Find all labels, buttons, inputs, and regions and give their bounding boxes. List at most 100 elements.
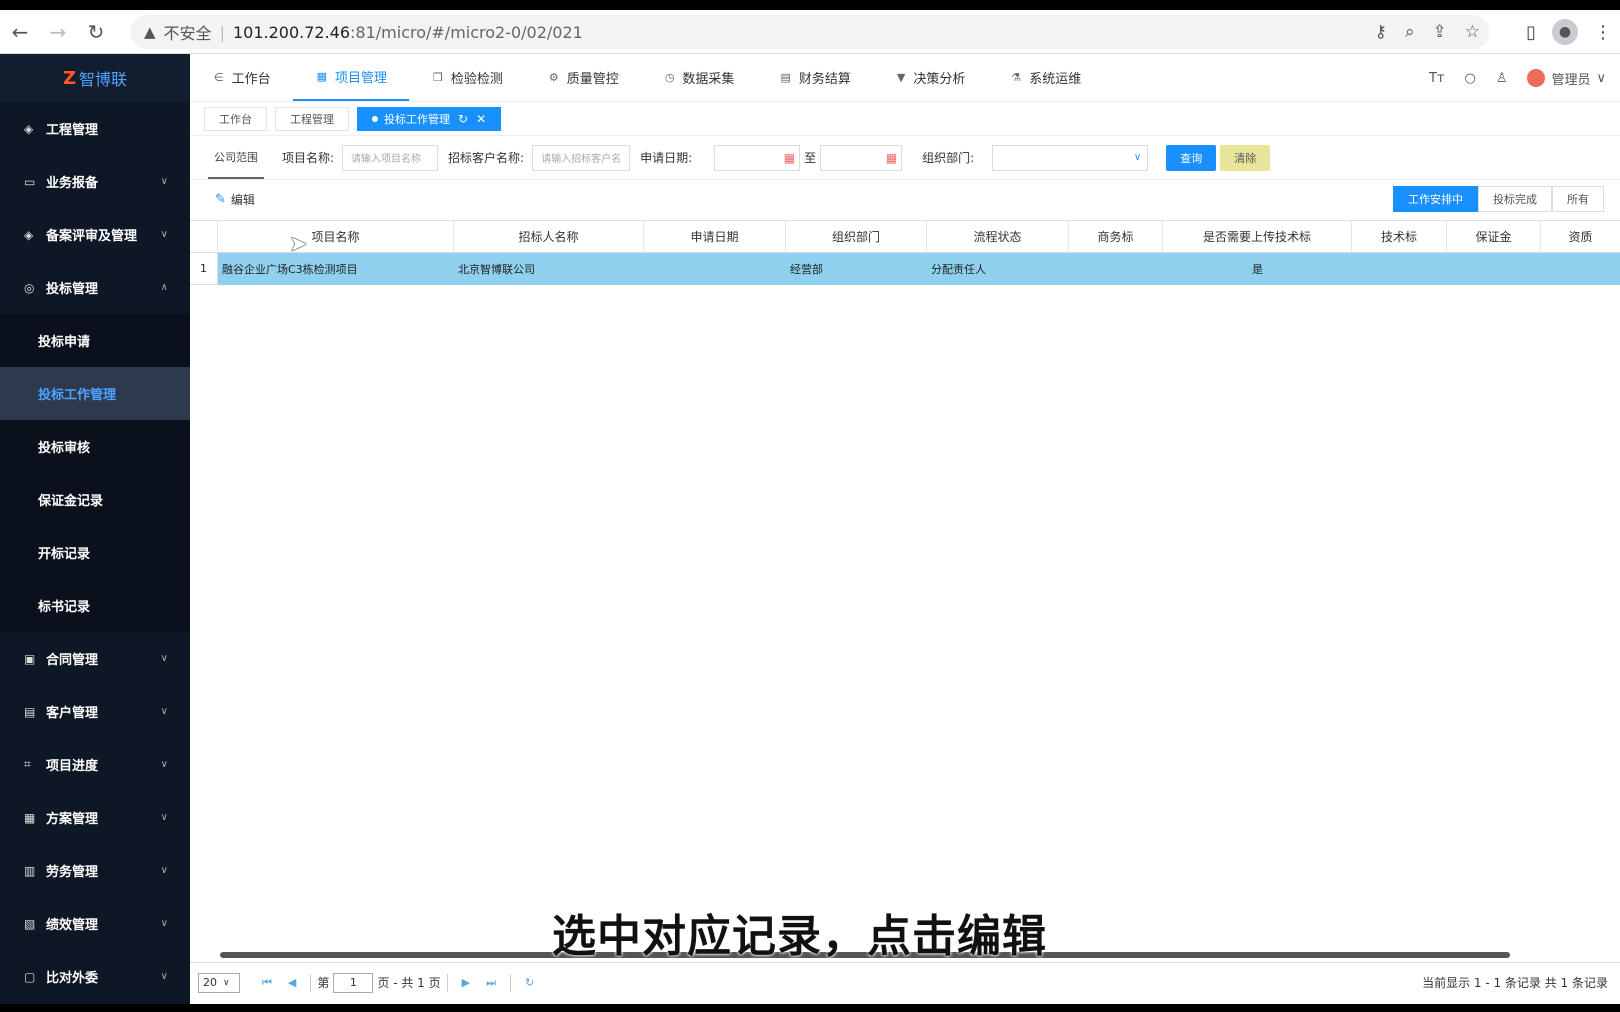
status-tab-all[interactable]: 所有 <box>1552 186 1604 212</box>
clear-button[interactable]: 清除 <box>1220 144 1271 171</box>
prev-page-icon[interactable]: ◀ <box>288 976 296 989</box>
date-to-label: 至 <box>804 151 817 165</box>
address-bar[interactable]: ▲ 不安全 | 101.200.72.46 :81/micro/#/micro2… <box>130 15 1490 49</box>
topnav-finance[interactable]: ▤ 财务结算 <box>756 53 872 101</box>
chevron-down-icon: ∨ <box>160 176 168 187</box>
zoom-icon[interactable]: ⌕ <box>1405 22 1415 42</box>
share-icon[interactable]: ⇪ <box>1433 22 1447 42</box>
edit-button[interactable]: ✎ 编辑 <box>215 191 255 208</box>
cell-tech <box>1352 253 1447 285</box>
forward-icon[interactable]: → <box>40 14 76 50</box>
lock-icon: ▢ <box>24 969 36 984</box>
sidebar-item-filing-review[interactable]: ◈ 备案评审及管理 ∨ <box>0 208 190 261</box>
status-tab-working[interactable]: 工作安排中 <box>1393 186 1478 212</box>
header-need-tech[interactable]: 是否需要上传技术标 <box>1163 221 1352 252</box>
header-deposit[interactable]: 保证金 <box>1447 221 1541 252</box>
mouse-cursor-icon: ➤ <box>289 232 308 257</box>
header-status[interactable]: 流程状态 <box>927 221 1069 252</box>
sidebar-item-performance[interactable]: ▧ 绩效管理 ∨ <box>0 897 190 950</box>
first-page-icon[interactable]: ⏮ <box>262 976 272 990</box>
sidebar-item-bid-apply[interactable]: 投标申请 <box>0 314 190 367</box>
topnav-ops[interactable]: ⚗ 系统运维 <box>987 53 1103 101</box>
client-name-input[interactable]: 请输入招标客户名 <box>532 144 631 171</box>
cell-project: 融谷企业广场C3栋检测项目 <box>222 263 358 276</box>
refresh-icon[interactable]: ↻ <box>525 976 534 989</box>
table-row[interactable]: 1 融谷企业广场C3栋检测项目 北京智博联公司 经营部 分配责任人 是 <box>190 253 1620 285</box>
sidebar-item-deposit-record[interactable]: 保证金记录 <box>0 473 190 526</box>
status-tab-done[interactable]: 投标完成 <box>1478 186 1552 212</box>
sidebar-item-label: 方案管理 <box>46 812 99 827</box>
cell-bidder: 北京智博联公司 <box>458 263 535 276</box>
close-icon[interactable]: ✕ <box>476 112 486 126</box>
key-icon[interactable]: ⚷ <box>1375 22 1387 42</box>
tab-workbench[interactable]: 工作台 <box>204 106 267 131</box>
sidebar-item-contract[interactable]: ▣ 合同管理 ∨ <box>0 632 190 685</box>
reload-icon[interactable]: ↻ <box>78 14 114 50</box>
header-business[interactable]: 商务标 <box>1069 221 1163 252</box>
topnav-quality[interactable]: ⚙ 质量管控 <box>525 53 641 101</box>
calendar-icon: ▦ <box>783 150 796 165</box>
sidebar-item-business-report[interactable]: ▭ 业务报备 ∨ <box>0 155 190 208</box>
sidebar-item-progress[interactable]: ⌗ 项目进度 ∨ <box>0 738 190 791</box>
sidebar-item-label: 投标管理 <box>46 282 99 297</box>
last-page-icon[interactable]: ⏭ <box>486 976 496 990</box>
sidebar-item-labor[interactable]: ▥ 劳务管理 ∨ <box>0 844 190 897</box>
header-project[interactable]: 项目名称 <box>218 221 454 252</box>
user-menu[interactable]: 管理员 ∨ <box>1527 69 1606 88</box>
tab-label: 工程管理 <box>290 112 334 126</box>
sidebar-item-customer[interactable]: ▤ 客户管理 ∨ <box>0 685 190 738</box>
scope-tab[interactable]: 公司范围 <box>208 149 264 179</box>
profile-icon[interactable]: ● <box>1552 19 1578 45</box>
pager-divider <box>310 973 312 992</box>
briefcase-icon: ▭ <box>24 174 36 189</box>
sidebar-item-tender-record[interactable]: 标书记录 <box>0 579 190 632</box>
search-icon[interactable]: ○ <box>1464 71 1475 86</box>
sidebar-item-bid-mgmt[interactable]: ◎ 投标管理 ∧ <box>0 261 190 314</box>
browser-toolbar: ← → ↻ ▲ 不安全 | 101.200.72.46 :81/micro/#/… <box>0 10 1620 54</box>
back-icon[interactable]: ← <box>2 14 38 50</box>
stamp-icon[interactable]: ♙ <box>1496 71 1508 86</box>
date-end-input[interactable]: ▦ <box>820 144 903 171</box>
shield-icon: ◈ <box>24 227 34 242</box>
header-date[interactable]: 申请日期 <box>644 221 786 252</box>
font-size-icon[interactable]: Tт <box>1429 71 1445 86</box>
star-icon[interactable]: ☆ <box>1465 22 1480 42</box>
topnav-data-collect[interactable]: ◷ 数据采集 <box>641 53 757 101</box>
cell-status: 分配责任人 <box>931 263 986 276</box>
calendar-icon: ▦ <box>885 150 898 165</box>
date-start-input[interactable]: ▦ <box>714 144 801 171</box>
header-tech[interactable]: 技术标 <box>1352 221 1447 252</box>
sidebar-item-outsource[interactable]: ▢ 比对外委 ∨ <box>0 950 190 1003</box>
page-size-select[interactable]: 20 ∨ <box>198 972 240 993</box>
sidebar-item-bid-audit[interactable]: 投标审核 <box>0 420 190 473</box>
topnav-label: 检验检测 <box>450 71 503 87</box>
tab-bid-work[interactable]: 投标工作管理 ↻ ✕ <box>357 106 502 131</box>
topnav-inspection[interactable]: ❐ 检验检测 <box>409 53 525 101</box>
page-number-input[interactable]: 1 <box>333 972 374 993</box>
refresh-icon[interactable]: ↻ <box>458 112 468 126</box>
query-button[interactable]: 查询 <box>1166 144 1217 171</box>
dept-select[interactable]: ∨ <box>992 144 1149 171</box>
next-page-icon[interactable]: ▶ <box>462 976 470 989</box>
topnav-label: 系统运维 <box>1029 71 1082 87</box>
menu-icon[interactable]: ⋮ <box>1594 22 1612 43</box>
sidebar-item-bid-work[interactable]: 投标工作管理 <box>0 367 190 420</box>
sidebar-item-label: 客户管理 <box>46 706 99 721</box>
project-name-input[interactable]: 请输入项目名称 <box>342 144 439 171</box>
topnav-workbench[interactable]: ∈ 工作台 <box>190 53 293 101</box>
customer-icon: ▤ <box>24 704 36 719</box>
copy-icon: ❐ <box>433 70 443 84</box>
header-bidder[interactable]: 招标人名称 <box>454 221 644 252</box>
topnav-decision[interactable]: ▼ 决策分析 <box>873 53 987 101</box>
tab-project-mgmt[interactable]: 工程管理 <box>275 106 349 131</box>
sidepanel-icon[interactable]: ▯ <box>1526 22 1536 43</box>
sidebar-item-opening-record[interactable]: 开标记录 <box>0 526 190 579</box>
progress-icon: ⌗ <box>24 757 31 771</box>
topnav-project-mgmt[interactable]: ▦ 项目管理 <box>292 53 410 101</box>
sidebar-item-project-mgmt[interactable]: ◈ 工程管理 <box>0 102 190 155</box>
sidebar-item-plan[interactable]: ▦ 方案管理 ∨ <box>0 791 190 844</box>
header-dept[interactable]: 组织部门 <box>786 221 927 252</box>
header-qual[interactable]: 资质 <box>1541 221 1620 252</box>
chevron-down-icon: ∨ <box>160 706 168 717</box>
chevron-down-icon: ∨ <box>160 653 168 664</box>
